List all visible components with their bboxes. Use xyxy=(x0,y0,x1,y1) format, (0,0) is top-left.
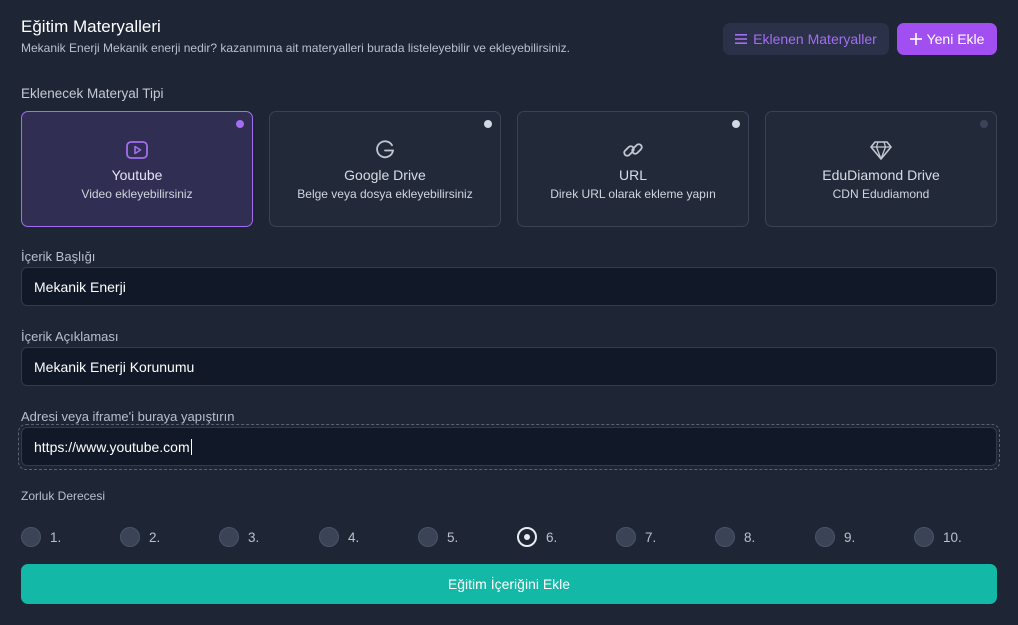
material-type-label: Eklenecek Materyal Tipi xyxy=(21,86,164,101)
difficulty-option-3[interactable]: 3. xyxy=(219,527,259,547)
content-description-label: İçerik Açıklaması xyxy=(21,329,119,344)
link-icon xyxy=(621,138,645,162)
radio-label: 5. xyxy=(447,529,459,545)
radio-circle xyxy=(319,527,339,547)
difficulty-option-7[interactable]: 7. xyxy=(616,527,656,547)
diamond-icon xyxy=(869,138,893,162)
difficulty-option-8[interactable]: 8. xyxy=(715,527,755,547)
card-name: URL xyxy=(618,167,647,183)
card-desc: Direk URL olarak ekleme yapın xyxy=(550,187,716,201)
url-value: https://www.youtube.com xyxy=(34,438,190,455)
difficulty-option-5[interactable]: 5. xyxy=(418,527,458,547)
radio-circle xyxy=(21,527,41,547)
selection-dot xyxy=(484,120,492,128)
card-desc: Video ekleyebilirsiniz xyxy=(81,187,193,201)
list-icon xyxy=(735,34,748,44)
difficulty-option-2[interactable]: 2. xyxy=(120,527,160,547)
difficulty-label: Zorluk Derecesi xyxy=(21,489,106,503)
radio-circle xyxy=(616,527,636,547)
radio-label: 3. xyxy=(248,529,260,545)
difficulty-option-9[interactable]: 9. xyxy=(815,527,855,547)
url-input[interactable]: https://www.youtube.com xyxy=(21,427,997,466)
radio-label: 1. xyxy=(50,529,62,545)
card-name: EduDiamond Drive xyxy=(822,167,940,183)
added-materials-button[interactable]: Eklenen Materyaller xyxy=(723,23,889,55)
page-title: Eğitim Materyalleri xyxy=(21,17,161,36)
material-card-google-drive[interactable]: Google Drive Belge veya dosya ekleyebili… xyxy=(269,111,501,227)
selection-dot xyxy=(980,120,988,128)
content-title-input[interactable]: Mekanik Enerji xyxy=(21,267,997,306)
content-title-value: Mekanik Enerji xyxy=(34,278,126,295)
radio-circle xyxy=(219,527,239,547)
radio-circle xyxy=(914,527,934,547)
radio-circle xyxy=(815,527,835,547)
submit-content-button[interactable]: Eğitim İçeriğini Ekle xyxy=(21,564,997,604)
card-name: Google Drive xyxy=(344,167,426,183)
plus-icon xyxy=(909,33,922,45)
radio-label: 6. xyxy=(546,529,558,545)
content-description-value: Mekanik Enerji Korunumu xyxy=(34,358,195,375)
radio-label: 8. xyxy=(744,529,756,545)
difficulty-option-10[interactable]: 10. xyxy=(914,527,962,547)
radio-label: 10. xyxy=(943,529,962,545)
radio-circle xyxy=(120,527,140,547)
card-desc: Belge veya dosya ekleyebilirsiniz xyxy=(297,187,473,201)
content-description-input[interactable]: Mekanik Enerji Korunumu xyxy=(21,347,997,386)
page-subtitle: Mekanik Enerji Mekanik enerji nedir? kaz… xyxy=(21,41,570,55)
difficulty-radio-group: 1. 2. 3. 4. 5. 6. 7. 8. 9. 10. xyxy=(21,527,1001,549)
radio-label: 9. xyxy=(844,529,856,545)
add-new-button[interactable]: Yeni Ekle xyxy=(897,23,997,55)
added-materials-label: Eklenen Materyaller xyxy=(753,31,877,47)
selection-dot xyxy=(236,120,244,128)
difficulty-option-6[interactable]: 6. xyxy=(517,527,557,547)
google-icon xyxy=(373,138,397,162)
difficulty-option-1[interactable]: 1. xyxy=(21,527,61,547)
add-new-label: Yeni Ekle xyxy=(926,31,985,47)
radio-label: 7. xyxy=(645,529,657,545)
material-card-youtube[interactable]: Youtube Video ekleyebilirsiniz xyxy=(21,111,253,227)
text-caret xyxy=(190,438,192,455)
radio-circle xyxy=(715,527,735,547)
youtube-icon xyxy=(125,138,149,162)
radio-label: 2. xyxy=(149,529,161,545)
radio-label: 4. xyxy=(348,529,360,545)
content-title-label: İçerik Başlığı xyxy=(21,249,96,264)
url-label: Adresi veya iframe'i buraya yapıştırın xyxy=(21,409,235,424)
material-card-url[interactable]: URL Direk URL olarak ekleme yapın xyxy=(517,111,749,227)
difficulty-option-4[interactable]: 4. xyxy=(319,527,359,547)
card-name: Youtube xyxy=(111,167,163,183)
radio-circle xyxy=(418,527,438,547)
selection-dot xyxy=(732,120,740,128)
radio-circle-checked xyxy=(517,527,537,547)
card-desc: CDN Edudiamond xyxy=(832,187,930,201)
material-card-edudiamond-drive[interactable]: EduDiamond Drive CDN Edudiamond xyxy=(765,111,997,227)
